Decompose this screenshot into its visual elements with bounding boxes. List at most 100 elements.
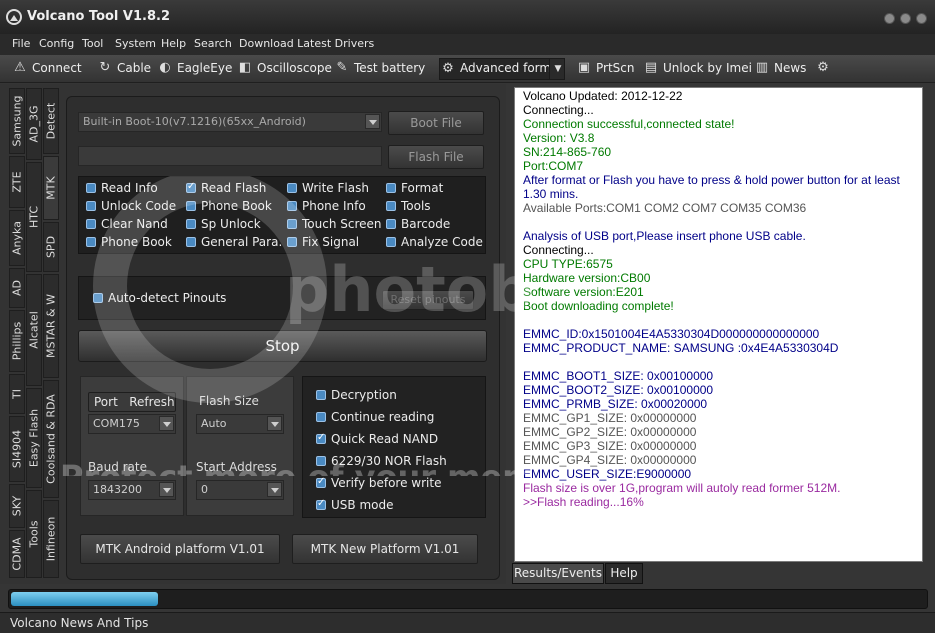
boot-combo[interactable]: Built-in Boot-10(v7.1216)(65xx_Android) xyxy=(78,112,382,132)
tab-tools[interactable]: Tools xyxy=(26,490,42,578)
log-line: Hardware version:CB00 xyxy=(523,271,651,285)
advanced-form-button[interactable]: ⚙ Advanced form xyxy=(439,58,559,80)
port-refresh-button[interactable]: Port Refresh xyxy=(88,392,176,412)
tab-label: Detect xyxy=(44,102,58,140)
menu-file[interactable]: File xyxy=(12,37,30,50)
checkbox-label: Continue reading xyxy=(331,410,435,424)
tab-infineon[interactable]: Infineon xyxy=(43,500,59,578)
flash-file-path[interactable] xyxy=(78,146,382,166)
checkbox-unlock-code[interactable]: Unlock Code xyxy=(86,199,176,213)
start-address-label: Start Address xyxy=(196,460,277,474)
settings-button[interactable]: ⚙ xyxy=(815,60,831,80)
log-line: Connecting... xyxy=(523,243,594,257)
tab-anyka[interactable]: Anyka xyxy=(9,210,25,266)
tab-mstar[interactable]: MSTAR & W xyxy=(43,274,59,378)
tab-ad-3g[interactable]: AD_3G xyxy=(26,88,42,160)
tab-easy-flash[interactable]: Easy Flash xyxy=(26,388,42,488)
checkbox-format[interactable]: Format xyxy=(386,181,443,195)
maximize-button[interactable] xyxy=(900,13,911,24)
tab-detect[interactable]: Detect xyxy=(43,88,59,154)
tab-cdma[interactable]: CDMA xyxy=(9,530,25,578)
stop-button[interactable]: Stop xyxy=(78,330,487,362)
menu-download-drivers[interactable]: Download Latest Drivers xyxy=(239,37,374,50)
tab-ti[interactable]: TI xyxy=(9,374,25,414)
checkbox-barcode[interactable]: Barcode xyxy=(386,217,450,231)
tab-coolsand-rda[interactable]: Coolsand & RDA xyxy=(43,380,59,498)
unlock-imei-button[interactable]: ▤ Unlock by Imei xyxy=(643,60,752,80)
results-log[interactable]: Volcano Updated: 2012-12-22 Connecting...… xyxy=(514,87,923,562)
checkbox-general-para[interactable]: General Para. xyxy=(186,235,282,249)
checkbox-fix-signal[interactable]: Fix Signal xyxy=(287,235,359,249)
baud-rate-select[interactable]: 1843200 xyxy=(88,480,176,500)
option-6229-30-nor-flash[interactable]: 6229/30 NOR Flash xyxy=(316,454,447,468)
tab-htc[interactable]: HTC xyxy=(26,162,42,272)
news-button[interactable]: ▥ News xyxy=(754,60,807,80)
checkbox-box xyxy=(316,390,326,400)
boot-file-button[interactable]: Boot File xyxy=(388,111,484,135)
mtk-android-platform-button[interactable]: MTK Android platform V1.01 xyxy=(80,534,280,564)
option-decryption[interactable]: Decryption xyxy=(316,388,397,402)
connect-button[interactable]: ⚠ Connect xyxy=(12,60,81,80)
oscilloscope-button[interactable]: ◧ Oscilloscope xyxy=(237,60,332,80)
checkbox-box xyxy=(86,183,96,193)
menu-config[interactable]: Config xyxy=(39,37,74,50)
tab-ad[interactable]: AD xyxy=(9,268,25,308)
auto-detect-pinouts-checkbox[interactable]: Auto-detect Pinouts xyxy=(93,291,226,305)
checkbox-box xyxy=(186,237,196,247)
menu-search[interactable]: Search xyxy=(194,37,232,50)
tab-zte[interactable]: ZTE xyxy=(9,156,25,208)
menu-help[interactable]: Help xyxy=(161,37,186,50)
port-select[interactable]: COM175 xyxy=(88,414,176,434)
tab-spd[interactable]: SPD xyxy=(43,222,59,272)
checkbox-touch-screen[interactable]: Touch Screen xyxy=(287,217,382,231)
checkbox-analyze-code[interactable]: Analyze Code xyxy=(386,235,483,249)
log-line: SN:214-865-760 xyxy=(523,145,612,159)
option-verify-before-write[interactable]: Verify before write xyxy=(316,475,441,490)
status-bar: Volcano News And Tips xyxy=(0,612,935,633)
checkbox-clear-nand[interactable]: Clear Nand xyxy=(86,217,168,231)
checkbox-write-flash[interactable]: Write Flash xyxy=(287,181,369,195)
option-quick-read-nand[interactable]: Quick Read NAND xyxy=(316,431,439,446)
flash-file-button[interactable]: Flash File xyxy=(388,145,484,169)
mtk-new-platform-button[interactable]: MTK New Platform V1.01 xyxy=(292,534,478,564)
test-battery-button[interactable]: ✎ Test battery xyxy=(334,60,426,80)
checkbox-sp-unlock[interactable]: Sp Unlock xyxy=(186,217,261,231)
close-button[interactable] xyxy=(916,13,927,24)
tab-sky[interactable]: SKY xyxy=(9,484,25,528)
checkbox-box xyxy=(386,219,396,229)
menu-tool[interactable]: Tool xyxy=(82,37,103,50)
checkbox-read-info[interactable]: Read Info xyxy=(86,181,158,195)
reset-pinouts-button[interactable]: Reset pinouts xyxy=(382,290,474,310)
start-address-select[interactable]: 0 xyxy=(196,480,284,500)
checkbox-phone-book[interactable]: Phone Book xyxy=(86,235,172,249)
refresh-label: Refresh xyxy=(129,395,175,409)
option-continue-reading[interactable]: Continue reading xyxy=(316,410,434,424)
tab-mtk[interactable]: MTK xyxy=(43,156,59,220)
flash-size-select[interactable]: Auto xyxy=(196,414,284,434)
tab-phillips[interactable]: Phillips xyxy=(9,310,25,372)
menu-system[interactable]: System xyxy=(115,37,156,50)
log-line: EMMC_GP1_SIZE: 0x00000000 xyxy=(523,411,697,425)
tab-help[interactable]: Help xyxy=(605,563,643,584)
checkbox-box xyxy=(86,219,96,229)
eagleeye-button[interactable]: ◐ EagleEye xyxy=(157,60,232,80)
tab-si4904[interactable]: SI4904 xyxy=(9,416,25,482)
option-usb-mode[interactable]: USB mode xyxy=(316,497,393,512)
lock-icon: ▤ xyxy=(644,60,658,75)
tab-results-events[interactable]: Results/Events xyxy=(512,563,604,584)
boot-combo-value: Built-in Boot-10(v7.1216)(65xx_Android) xyxy=(83,115,306,128)
checkbox-phone-info[interactable]: Phone Info xyxy=(287,199,366,213)
prtscn-button[interactable]: ▣ PrtScn xyxy=(576,60,635,80)
tab-alcatel[interactable]: Alcatel xyxy=(26,274,42,386)
checkbox-read-flash[interactable]: Read Flash xyxy=(186,180,266,195)
checkbox-label: Quick Read NAND xyxy=(331,432,439,446)
gear-icon: ⚙ xyxy=(817,60,829,75)
tab-samsung[interactable]: Samsung xyxy=(9,88,25,154)
checkbox-tools[interactable]: Tools xyxy=(386,199,431,213)
advanced-form-dropdown[interactable]: ▼ xyxy=(549,58,565,80)
progress-fill xyxy=(11,592,158,606)
cable-button[interactable]: ↻ Cable xyxy=(97,60,152,80)
log-line: Connecting... xyxy=(523,103,594,117)
minimize-button[interactable] xyxy=(884,13,895,24)
checkbox-phone-book[interactable]: Phone Book xyxy=(186,199,272,213)
